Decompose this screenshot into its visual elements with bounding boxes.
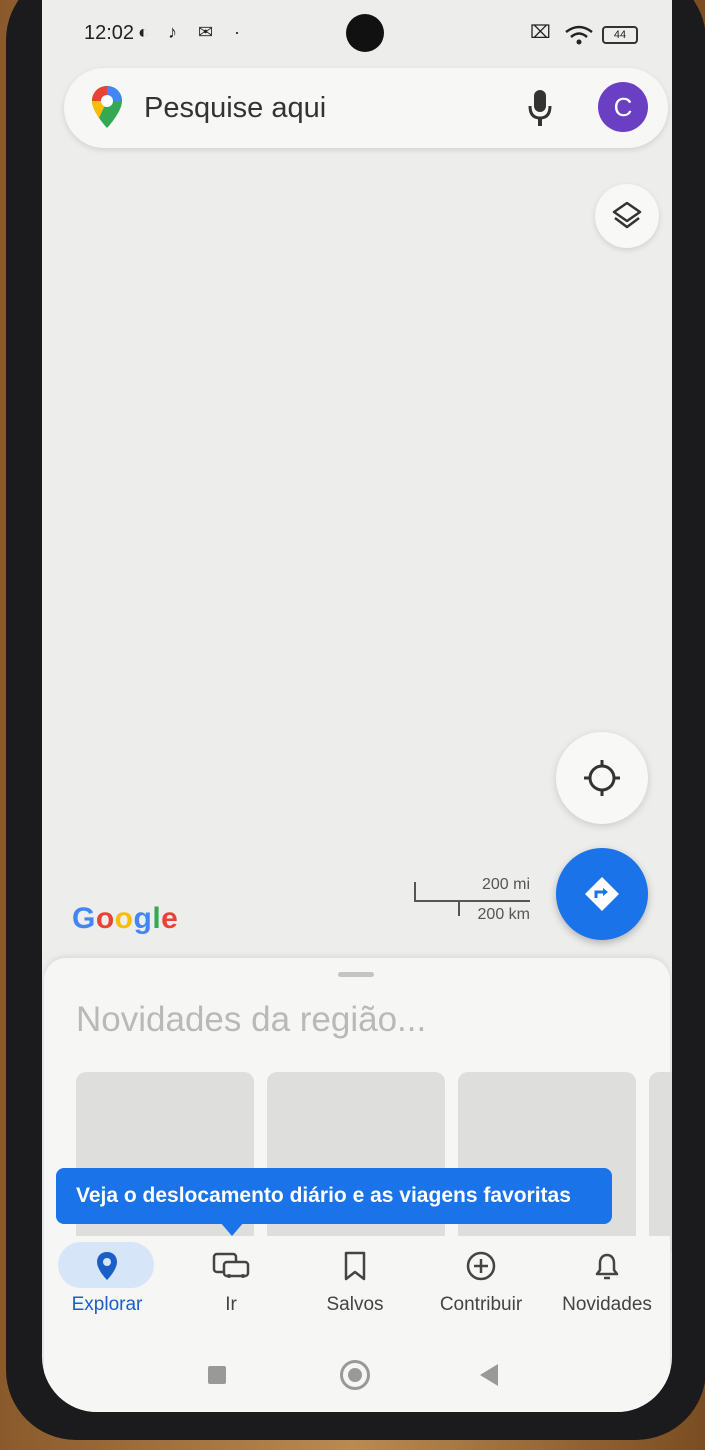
google-logo: Google [72,902,179,935]
sheet-drag-handle[interactable] [338,972,374,977]
commute-icon [212,1252,250,1278]
status-bar: 12:02 ◐ ♪ ✉ · ⌧ 44 [42,14,672,52]
tooltip-arrow [220,1222,244,1236]
home-dot [348,1368,362,1382]
microphone-icon[interactable] [526,88,554,128]
scale-miles: 200 mi [481,876,530,893]
commute-tooltip[interactable]: Veja o deslocamento diário e as viagens … [56,1168,612,1224]
status-time: 12:02 [84,22,135,44]
layers-button[interactable] [595,184,659,248]
bottom-navigation: Explorar Ir Salvos Contribuir Novidades [44,1236,670,1326]
map-scale: 200 mi 200 km [414,876,532,926]
search-input[interactable]: Pesquise aqui [144,92,326,125]
wifi-icon [565,25,593,45]
nav-label: Contribuir [439,1294,523,1315]
sheet-title: Novidades da região... [76,1000,427,1039]
home-button[interactable] [340,1360,370,1390]
nav-label: Novidades [562,1294,652,1315]
scale-bar [414,900,530,902]
nav-item-contribuir[interactable]: Contribuir [418,1236,544,1326]
nav-label: Salvos [326,1294,384,1315]
directions-icon [585,877,619,911]
maps-logo-icon [92,86,122,128]
no-sim-icon: ⌧ [530,22,551,42]
scale-kilometers: 200 km [477,906,530,923]
nav-item-ir[interactable]: Ir [168,1236,294,1326]
crosshair-icon [584,760,620,796]
layers-icon [612,201,642,229]
data-saver-icon: ◐ [138,22,149,42]
bell-icon [595,1253,619,1280]
scale-tick [458,900,460,916]
news-card-placeholder[interactable] [649,1072,672,1252]
nav-item-explorar[interactable]: Explorar [44,1236,170,1326]
search-bar[interactable]: Pesquise aqui C [64,68,668,148]
back-button[interactable] [480,1364,498,1386]
screen: 12:02 ◐ ♪ ✉ · ⌧ 44 Pesquise aqui C Googl… [42,0,672,1412]
tiktok-icon: ♪ [168,22,177,42]
battery-indicator: 44 [602,26,638,44]
recent-apps-button[interactable] [208,1366,226,1384]
news-card-placeholder[interactable] [458,1072,636,1252]
directions-button[interactable] [556,848,648,940]
nav-label: Ir [225,1294,237,1315]
nav-label: Explorar [71,1294,143,1315]
bookmark-icon [344,1251,366,1281]
news-card-placeholder[interactable] [267,1072,445,1252]
system-navigation [44,1340,670,1400]
bottom-sheet[interactable]: Novidades da região... Veja o deslocamen… [44,958,672,1412]
add-circle-icon [466,1251,496,1281]
pin-icon [97,1252,117,1280]
front-camera [346,14,384,52]
scale-tick [414,882,416,902]
nav-item-novidades[interactable]: Novidades [544,1236,670,1326]
gmail-icon: ✉ [198,22,214,42]
nav-item-salvos[interactable]: Salvos [292,1236,418,1326]
dot-icon: · [234,22,240,42]
my-location-button[interactable] [556,732,648,824]
phone-frame: 12:02 ◐ ♪ ✉ · ⌧ 44 Pesquise aqui C Googl… [6,0,705,1440]
account-avatar[interactable]: C [598,82,648,132]
